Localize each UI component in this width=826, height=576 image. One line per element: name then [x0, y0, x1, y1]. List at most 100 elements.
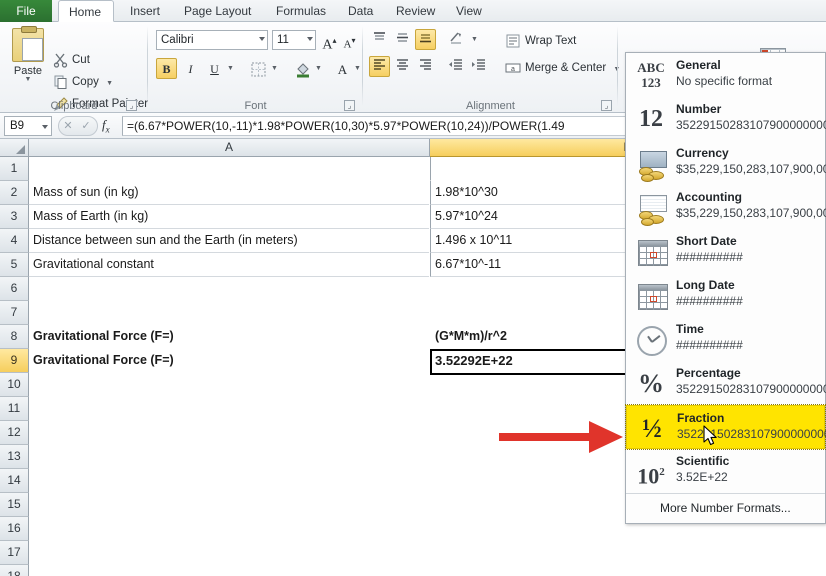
- paste-button[interactable]: Paste ▼: [6, 26, 50, 94]
- paste-caret-icon[interactable]: ▼: [6, 76, 50, 83]
- wrap-text-button[interactable]: Wrap Text: [503, 31, 576, 51]
- cell-A14[interactable]: [29, 469, 429, 493]
- tab-review[interactable]: Review: [386, 0, 440, 22]
- align-bottom-button[interactable]: [415, 29, 436, 50]
- menu-item-short-date[interactable]: Short Date ##########: [626, 229, 825, 273]
- borders-button[interactable]: [248, 58, 269, 79]
- fill-color-button[interactable]: [292, 58, 313, 79]
- tab-file[interactable]: File: [0, 0, 52, 22]
- cell-A6[interactable]: [29, 277, 429, 301]
- cell-A4[interactable]: Distance between sun and the Earth (in m…: [29, 229, 429, 253]
- cell-A13[interactable]: [29, 445, 429, 469]
- align-center-button[interactable]: [392, 56, 413, 77]
- align-top-button[interactable]: [369, 29, 390, 50]
- row-header-14[interactable]: 14: [0, 469, 29, 493]
- row-header-2[interactable]: 2: [0, 181, 29, 205]
- align-middle-button[interactable]: [392, 29, 413, 50]
- row-header-18[interactable]: 18: [0, 565, 29, 576]
- row-header-1[interactable]: 1: [0, 157, 29, 181]
- insert-function-icon[interactable]: fx: [102, 117, 110, 135]
- select-all-button[interactable]: [0, 139, 29, 157]
- orientation-button[interactable]: [445, 29, 469, 50]
- borders-caret-icon[interactable]: ▼: [269, 58, 280, 79]
- orientation-caret-icon[interactable]: ▼: [469, 29, 480, 50]
- decrease-font-size-button[interactable]: A▾: [340, 29, 359, 51]
- name-box[interactable]: B9: [4, 116, 52, 136]
- font-size-input[interactable]: 11: [272, 30, 316, 50]
- menu-item-percentage[interactable]: % Percentage 3522915028310790000000000: [626, 361, 826, 405]
- underline-button[interactable]: U: [204, 58, 225, 79]
- row-header-11[interactable]: 11: [0, 397, 29, 421]
- font-color-button[interactable]: A: [332, 58, 353, 79]
- cell-A5[interactable]: Gravitational constant: [29, 253, 429, 277]
- tab-page-layout[interactable]: Page Layout: [174, 0, 260, 22]
- font-dialog-launcher[interactable]: ⌟: [344, 100, 355, 111]
- menu-item-scientific[interactable]: 102 Scientific 3.52E+22: [626, 449, 825, 493]
- row-header-13[interactable]: 13: [0, 445, 29, 469]
- row-header-15[interactable]: 15: [0, 493, 29, 517]
- decrease-indent-button[interactable]: [445, 56, 466, 77]
- row-header-5[interactable]: 5: [0, 253, 29, 277]
- menu-item-long-date[interactable]: Long Date ##########: [626, 273, 825, 317]
- menu-item-time[interactable]: Time ##########: [626, 317, 825, 361]
- tab-data[interactable]: Data: [338, 0, 380, 22]
- tab-formulas[interactable]: Formulas: [266, 0, 332, 22]
- cell-A3[interactable]: Mass of Earth (in kg): [29, 205, 429, 229]
- row-header-3[interactable]: 3: [0, 205, 29, 229]
- italic-button[interactable]: I: [180, 58, 201, 79]
- row-header-9[interactable]: 9: [0, 349, 29, 373]
- cell-A9[interactable]: Gravitational Force (F=): [29, 349, 429, 373]
- tab-insert[interactable]: Insert: [120, 0, 168, 22]
- cell-B17[interactable]: [430, 541, 825, 565]
- copy-button[interactable]: Copy ▼: [52, 72, 113, 92]
- row-header-6[interactable]: 6: [0, 277, 29, 301]
- row-header-12[interactable]: 12: [0, 421, 29, 445]
- cell-A15[interactable]: [29, 493, 429, 517]
- number-format-dropdown-menu[interactable]: ABC 123 General No specific format 12 Num…: [625, 52, 826, 524]
- cell-A16[interactable]: [29, 517, 429, 541]
- cell-A8[interactable]: Gravitational Force (F=): [29, 325, 429, 349]
- underline-caret-icon[interactable]: ▼: [225, 58, 236, 79]
- menu-item-fraction[interactable]: ½ Fraction 35229150283107900000000: [625, 404, 826, 450]
- chevron-down-icon[interactable]: [259, 37, 265, 41]
- fill-color-caret-icon[interactable]: ▼: [313, 58, 324, 79]
- cell-A18[interactable]: [29, 565, 429, 576]
- row-header-16[interactable]: 16: [0, 517, 29, 541]
- increase-indent-button[interactable]: [468, 56, 489, 77]
- row-header-10[interactable]: 10: [0, 373, 29, 397]
- chevron-down-icon[interactable]: [42, 125, 48, 129]
- tab-home[interactable]: Home: [58, 0, 114, 22]
- cell-A7[interactable]: [29, 301, 429, 325]
- tab-view[interactable]: View: [446, 0, 488, 22]
- menu-item-general[interactable]: ABC 123 General No specific format: [626, 53, 825, 97]
- row-header-4[interactable]: 4: [0, 229, 29, 253]
- cancel-formula-button[interactable]: ✕: [58, 116, 78, 136]
- cell-A11[interactable]: [29, 397, 429, 421]
- bold-button[interactable]: B: [156, 58, 177, 79]
- align-right-button[interactable]: [415, 56, 436, 77]
- column-header-a[interactable]: A: [29, 139, 430, 157]
- more-number-formats-button[interactable]: More Number Formats...: [626, 493, 825, 523]
- menu-item-number[interactable]: 12 Number 35229150283107900000000.00: [626, 97, 826, 141]
- increase-font-size-button[interactable]: A▴: [320, 29, 339, 53]
- align-left-button[interactable]: [369, 56, 390, 77]
- row-header-7[interactable]: 7: [0, 301, 29, 325]
- cell-A10[interactable]: [29, 373, 429, 397]
- clipboard-dialog-launcher[interactable]: ⌟: [126, 100, 137, 111]
- alignment-dialog-launcher[interactable]: ⌟: [601, 100, 612, 111]
- cut-button[interactable]: Cut: [52, 50, 90, 70]
- cell-B18[interactable]: [430, 565, 825, 576]
- cell-A12[interactable]: [29, 421, 429, 445]
- font-name-input[interactable]: Calibri: [156, 30, 268, 50]
- menu-item-currency[interactable]: Currency $35,229,150,283,107,900,000,0: [626, 141, 826, 185]
- copy-caret-icon[interactable]: ▼: [102, 80, 113, 87]
- merge-center-caret-icon[interactable]: ▼: [609, 66, 620, 73]
- row-header-17[interactable]: 17: [0, 541, 29, 565]
- row-header-8[interactable]: 8: [0, 325, 29, 349]
- chevron-down-icon[interactable]: [307, 37, 313, 41]
- cell-A1[interactable]: [29, 157, 429, 181]
- enter-formula-button[interactable]: ✓: [76, 116, 96, 136]
- menu-item-accounting[interactable]: Accounting $35,229,150,283,107,900,000,: [626, 185, 826, 229]
- cell-A17[interactable]: [29, 541, 429, 565]
- cell-A2[interactable]: Mass of sun (in kg): [29, 181, 429, 205]
